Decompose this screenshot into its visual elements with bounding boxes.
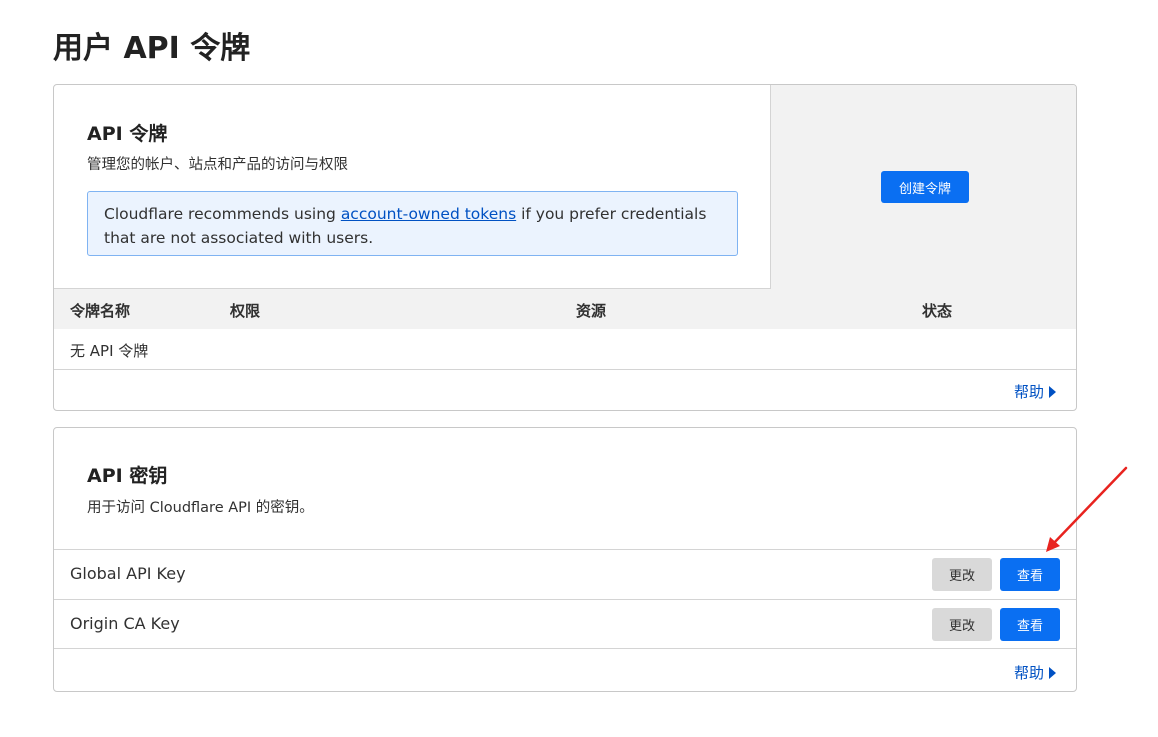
tokens-table-header: 令牌名称 权限 资源 状态 bbox=[54, 289, 1076, 329]
page-title: 用户 API 令牌 bbox=[53, 31, 251, 66]
tokens-help-label: 帮助 bbox=[1013, 383, 1044, 401]
keys-help-link[interactable]: 帮助 bbox=[1014, 662, 1056, 683]
tokens-empty-row: 无 API 令牌 bbox=[54, 329, 1076, 370]
empty-tokens-text: 无 API 令牌 bbox=[70, 342, 149, 360]
global-key-view-button[interactable]: 查看 bbox=[1000, 558, 1060, 591]
global-key-change-button[interactable]: 更改 bbox=[932, 558, 992, 591]
column-header-resources: 资源 bbox=[576, 302, 607, 320]
account-owned-tokens-link[interactable]: account-owned tokens bbox=[341, 205, 516, 223]
column-header-status: 状态 bbox=[922, 302, 953, 320]
account-tokens-notice: Cloudflare recommends using account-owne… bbox=[87, 191, 738, 256]
red-arrow-icon bbox=[1046, 466, 1128, 552]
create-token-panel: 创建令牌 bbox=[770, 85, 1076, 289]
tokens-section-title: API 令牌 bbox=[87, 123, 168, 145]
api-tokens-card: API 令牌 管理您的帐户、站点和产品的访问与权限 Cloudflare rec… bbox=[53, 84, 1077, 411]
global-api-key-row: Global API Key 更改 查看 bbox=[54, 549, 1076, 599]
origin-key-view-button[interactable]: 查看 bbox=[1000, 608, 1060, 641]
page: 用户 API 令牌 API 令牌 管理您的帐户、站点和产品的访问与权限 Clou… bbox=[0, 0, 1158, 737]
column-header-token-name: 令牌名称 bbox=[70, 302, 131, 320]
origin-ca-key-row: Origin CA Key 更改 查看 bbox=[54, 599, 1076, 649]
tokens-info: API 令牌 管理您的帐户、站点和产品的访问与权限 Cloudflare rec… bbox=[54, 85, 770, 289]
tokens-header-area: API 令牌 管理您的帐户、站点和产品的访问与权限 Cloudflare rec… bbox=[54, 85, 1076, 289]
key-name: Origin CA Key bbox=[70, 614, 180, 633]
tokens-section-description: 管理您的帐户、站点和产品的访问与权限 bbox=[87, 157, 348, 173]
keys-section-description: 用于访问 Cloudflare API 的密钥。 bbox=[87, 500, 314, 516]
api-keys-card: API 密钥 用于访问 Cloudflare API 的密钥。 Global A… bbox=[53, 427, 1077, 692]
caret-right-icon bbox=[1049, 385, 1056, 398]
origin-key-change-button[interactable]: 更改 bbox=[932, 608, 992, 641]
column-header-permissions: 权限 bbox=[230, 302, 261, 320]
notice-text-before: Cloudflare recommends using bbox=[104, 205, 341, 223]
keys-section-title: API 密钥 bbox=[87, 465, 168, 487]
tokens-help-link[interactable]: 帮助 bbox=[1014, 381, 1056, 402]
key-name: Global API Key bbox=[70, 564, 186, 583]
create-token-button[interactable]: 创建令牌 bbox=[881, 171, 969, 203]
caret-right-icon bbox=[1049, 666, 1056, 679]
keys-help-label: 帮助 bbox=[1013, 664, 1044, 682]
